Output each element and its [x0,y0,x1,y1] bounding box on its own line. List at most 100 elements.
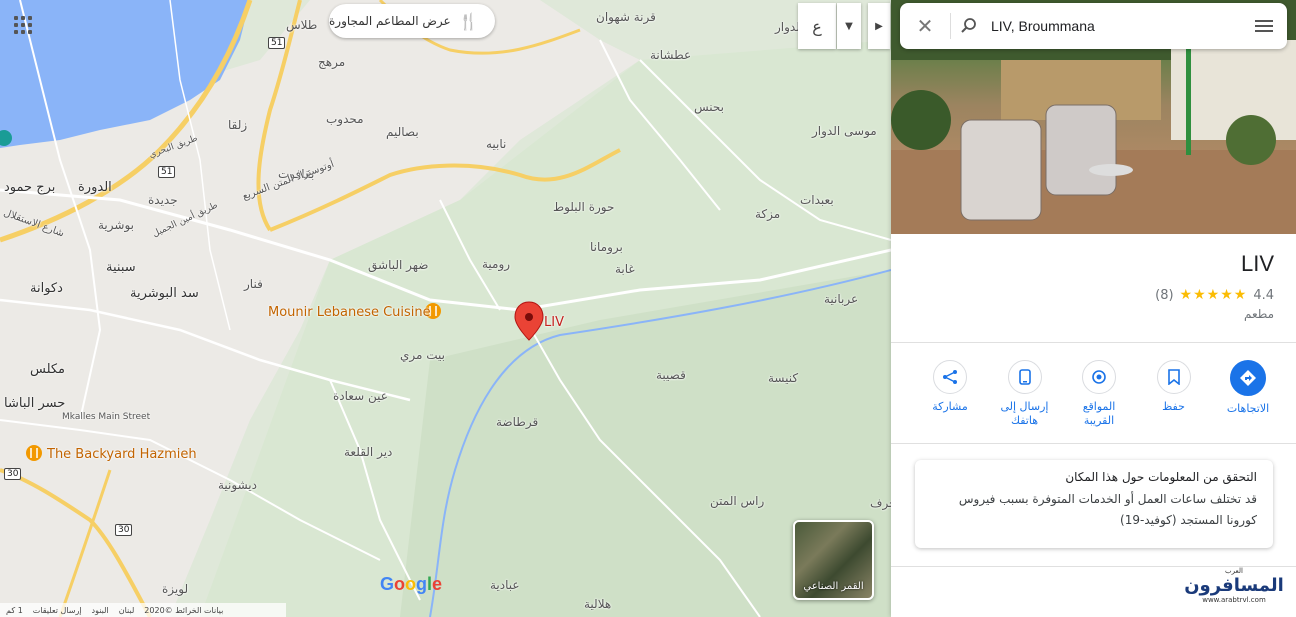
map-footer: بيانات الخرائط ©2020 لبنان البنود إرسال … [0,603,286,617]
send-to-phone-button[interactable]: إرسال إلى هاتفك [994,360,1056,428]
place-label: نابيه [486,137,507,151]
place-title: LIV [1240,251,1274,276]
place-label: حسر الباشا [4,396,66,411]
place-label: بوشرية [98,218,134,232]
place-label: رومية [482,257,511,271]
star-rating-icon: ★★★★★ [1179,287,1248,303]
place-label: قرطاضة [496,415,539,429]
nearby-restaurants-label: عرض المطاعم المجاورة [329,14,451,28]
place-label: بحنس [694,100,725,114]
place-label: برومانا [590,240,623,254]
place-label: عين سعادة [333,389,388,403]
send-to-phone-label: إرسال إلى هاتفك [1000,400,1049,427]
language-label: ع [812,16,822,36]
place-label: حرف [870,496,891,510]
save-button[interactable]: حفظ [1143,360,1205,428]
caret-right-icon: ▶ [875,20,883,32]
restaurant-marker-icon[interactable] [26,445,42,461]
search-input[interactable] [987,17,1241,35]
search-box: ✕ [900,3,1287,49]
place-label: زلقا [228,118,248,132]
place-label: مزكة [755,207,781,221]
place-label: دكوانة [30,281,63,296]
place-label: جديدة [148,193,178,207]
language-button[interactable]: ع [798,3,836,49]
place-label: حورة البلوط [553,200,615,214]
place-label: بعبدات [800,193,834,207]
nearby-label: المواقع القريبة [1082,400,1116,427]
pin-label[interactable]: LIV [544,315,564,330]
directions-button[interactable]: الاتجاهات [1217,360,1279,428]
google-logo: Google [380,574,443,594]
caret-down-icon: ▼ [845,20,853,32]
map-canvas[interactable]: قرنة شهوان الدوار عطشانة بحنس مرهج محدوب… [0,0,891,617]
place-label: ضهر الباشق [368,258,429,272]
scale-label: 1 كم [6,605,23,615]
poi-label[interactable]: Mounir Lebanese Cuisine [268,305,431,320]
search-icon [961,18,976,33]
notice-heading: التحقق من المعلومات حول هذا المكان [1065,470,1257,484]
covid-notice-card: التحقق من المعلومات حول هذا المكان قد تخ… [915,460,1273,548]
rating-value: 4.4 [1253,287,1274,303]
language-dropdown-button[interactable]: ▼ [837,3,861,49]
share-button[interactable]: مشاركة [919,360,981,428]
place-label: برج حمود [4,180,56,195]
share-label: مشاركة [932,400,968,413]
place-category[interactable]: مطعم [1244,307,1274,321]
menu-button[interactable] [1241,20,1287,32]
nearby-icon [1082,360,1116,394]
place-label: عطشانة [650,48,692,62]
clear-search-button[interactable]: ✕ [900,14,950,38]
road-shield: 30 [4,468,22,480]
place-label: ديشونية [218,478,257,492]
place-label: قصيبة [656,368,686,382]
road-shield: 30 [115,524,133,536]
share-icon [933,360,967,394]
nearby-button[interactable]: المواقع القريبة [1068,360,1130,428]
place-label: طلاس [286,18,318,32]
road-shield: 51 [268,37,286,49]
place-label: محدوب [326,112,364,126]
hamburger-menu-icon [1255,20,1273,32]
country-link[interactable]: لبنان [119,606,135,615]
place-label: سد البوشرية [130,286,199,301]
send-feedback-link[interactable]: إرسال تعليقات [33,606,82,615]
nearby-restaurants-chip[interactable]: 🍴 عرض المطاعم المجاورة [329,4,495,38]
road-shield: 51 [158,166,176,178]
place-label: هلالية [584,597,612,611]
map-data-credit: بيانات الخرائط ©2020 [144,605,224,615]
place-label: موسى الدوار [812,124,877,138]
review-count[interactable]: (8) [1155,288,1173,303]
place-rating: (8) ★★★★★ 4.4 [1155,287,1274,303]
place-label: عربانية [824,292,859,306]
place-label: راس المتن [710,494,765,508]
directions-icon [1230,360,1266,396]
restaurant-icon: 🍴 [458,11,479,31]
place-label: غابة [615,262,635,276]
satellite-toggle[interactable]: القمر الصناعي [793,520,874,600]
place-label: دير القلعة [344,445,393,459]
map-graphics [0,0,891,617]
close-icon: ✕ [916,14,934,38]
place-label: مكلس [30,362,66,377]
collapse-panel-button[interactable]: ▶ [868,3,890,49]
place-label: مرهج [318,55,346,69]
place-label: قرنة شهوان [596,10,656,24]
watermark-logo: العرب المسافرون www.arabtrvl.com [1178,567,1290,613]
apps-grid-icon[interactable] [14,16,32,34]
road-label: Mkalles Main Street [62,412,151,422]
poi-label[interactable]: The Backyard Hazmieh [47,447,197,462]
search-button[interactable] [951,17,987,35]
divider [891,443,1296,444]
place-label: فنار [244,277,263,291]
place-label: كنيسة [768,371,799,385]
bookmark-icon [1156,360,1191,394]
action-buttons: مشاركة إرسال إلى هاتفك المواقع القريبة ح… [919,360,1279,428]
phone-icon [1007,360,1042,394]
terms-link[interactable]: البنود [92,606,109,615]
place-label: بيت مري [400,348,445,362]
watermark-title: المسافرون [1184,575,1284,596]
place-label: الدورة [78,180,112,195]
satellite-label: القمر الصناعي [803,581,864,592]
directions-label: الاتجاهات [1226,402,1270,415]
